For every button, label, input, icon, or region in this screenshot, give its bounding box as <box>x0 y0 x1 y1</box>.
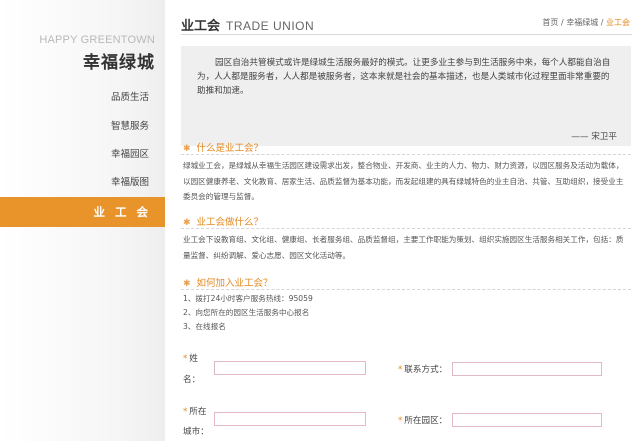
name-label-line1: 姓 <box>189 354 198 364</box>
list-item: 3、在线报名 <box>183 322 226 331</box>
city-label: * 所在 <box>183 405 207 420</box>
page-title: 业工会 TRADE UNION <box>181 15 314 34</box>
name-label-line2: 名： <box>183 375 201 385</box>
quote-author: —— 宋卫平 <box>571 132 617 142</box>
breadcrumb-separator: / <box>560 18 564 27</box>
contact-label-text: 联系方式： <box>404 365 448 375</box>
section-title-what: ✱ 什么是业工会？ <box>183 140 263 154</box>
name-input[interactable] <box>214 361 366 375</box>
contact-input[interactable] <box>452 362 602 376</box>
sidebar-item-happy-map[interactable]: 幸福版图 <box>0 170 165 196</box>
join-steps-list: 1、拨打24小时客户服务热线：95059 2、向您所在的园区生活服务中心报名 3… <box>183 292 313 334</box>
brand-chinese: 幸福绿城 <box>83 53 155 73</box>
sidebar-item-smart-service[interactable]: 智慧服务 <box>0 114 165 140</box>
section-title-text: 如何加入业工会？ <box>196 278 273 289</box>
section-bullet-icon: ✱ <box>183 144 191 154</box>
breadcrumb-happy-greentown[interactable]: 幸福绿城 <box>566 18 598 27</box>
required-mark: * <box>398 416 403 426</box>
city-input[interactable] <box>214 412 366 426</box>
park-label-text: 所在园区： <box>404 416 448 426</box>
required-mark: * <box>183 407 188 417</box>
section-body-what: 绿城业工会，是绿城从幸福生活园区建设需求出发，整合物业、开发商、业主的人力、物力… <box>183 161 624 201</box>
section-divider <box>181 228 631 229</box>
section-title-do: ✱ 业工会做什么？ <box>183 214 263 228</box>
sidebar-item-happy-park[interactable]: 幸福园区 <box>0 142 165 168</box>
page-title-cn: 业工会 <box>181 19 221 34</box>
name-label: * 姓 <box>183 352 198 367</box>
section-divider <box>181 154 631 155</box>
breadcrumb: 首页 / 幸福绿城 / 业工会 <box>542 17 630 28</box>
quote-box: 园区自治共管模式或许是绿城生活服务最好的模式。让更多业主参与到生活服务中来，每个… <box>181 46 631 146</box>
page-title-en: TRADE UNION <box>226 19 315 33</box>
city-label-line1: 所在 <box>189 407 207 417</box>
breadcrumb-home[interactable]: 首页 <box>542 18 558 27</box>
section-divider <box>181 289 631 290</box>
city-label-line2: 城市： <box>183 427 209 437</box>
sidebar-item-trade-union[interactable]: 业 工 会 <box>0 197 165 227</box>
section-body-do: 业工会下设教育组、文化组、健康组、长者服务组、品质监督组，主要工作职能为策划、组… <box>183 235 624 260</box>
section-title-text: 业工会做什么？ <box>196 217 264 228</box>
section-bullet-icon: ✱ <box>183 218 191 228</box>
section-title-join: ✱ 如何加入业工会？ <box>183 275 273 289</box>
required-mark: * <box>398 365 403 375</box>
header-divider <box>181 34 632 35</box>
list-item: 2、向您所在的园区生活服务中心报名 <box>183 308 310 317</box>
park-label: * 所在园区： <box>398 414 447 429</box>
sidebar: HAPPY GREENTOWN 幸福绿城 品质生活 智慧服务 幸福园区 幸福版图… <box>0 0 165 441</box>
section-bullet-icon: ✱ <box>183 279 191 289</box>
section-title-text: 什么是业工会？ <box>196 143 264 154</box>
contact-label: * 联系方式： <box>398 363 447 378</box>
park-input[interactable] <box>452 413 602 427</box>
quote-text: 园区自治共管模式或许是绿城生活服务最好的模式。让更多业主参与到生活服务中来，每个… <box>197 58 611 96</box>
sidebar-item-quality-life[interactable]: 品质生活 <box>0 85 165 111</box>
brand-english: HAPPY GREENTOWN <box>39 34 155 46</box>
required-mark: * <box>183 354 188 364</box>
breadcrumb-current: 业工会 <box>606 18 630 27</box>
list-item: 1、拨打24小时客户服务热线：95059 <box>183 294 313 303</box>
breadcrumb-separator: / <box>600 18 604 27</box>
